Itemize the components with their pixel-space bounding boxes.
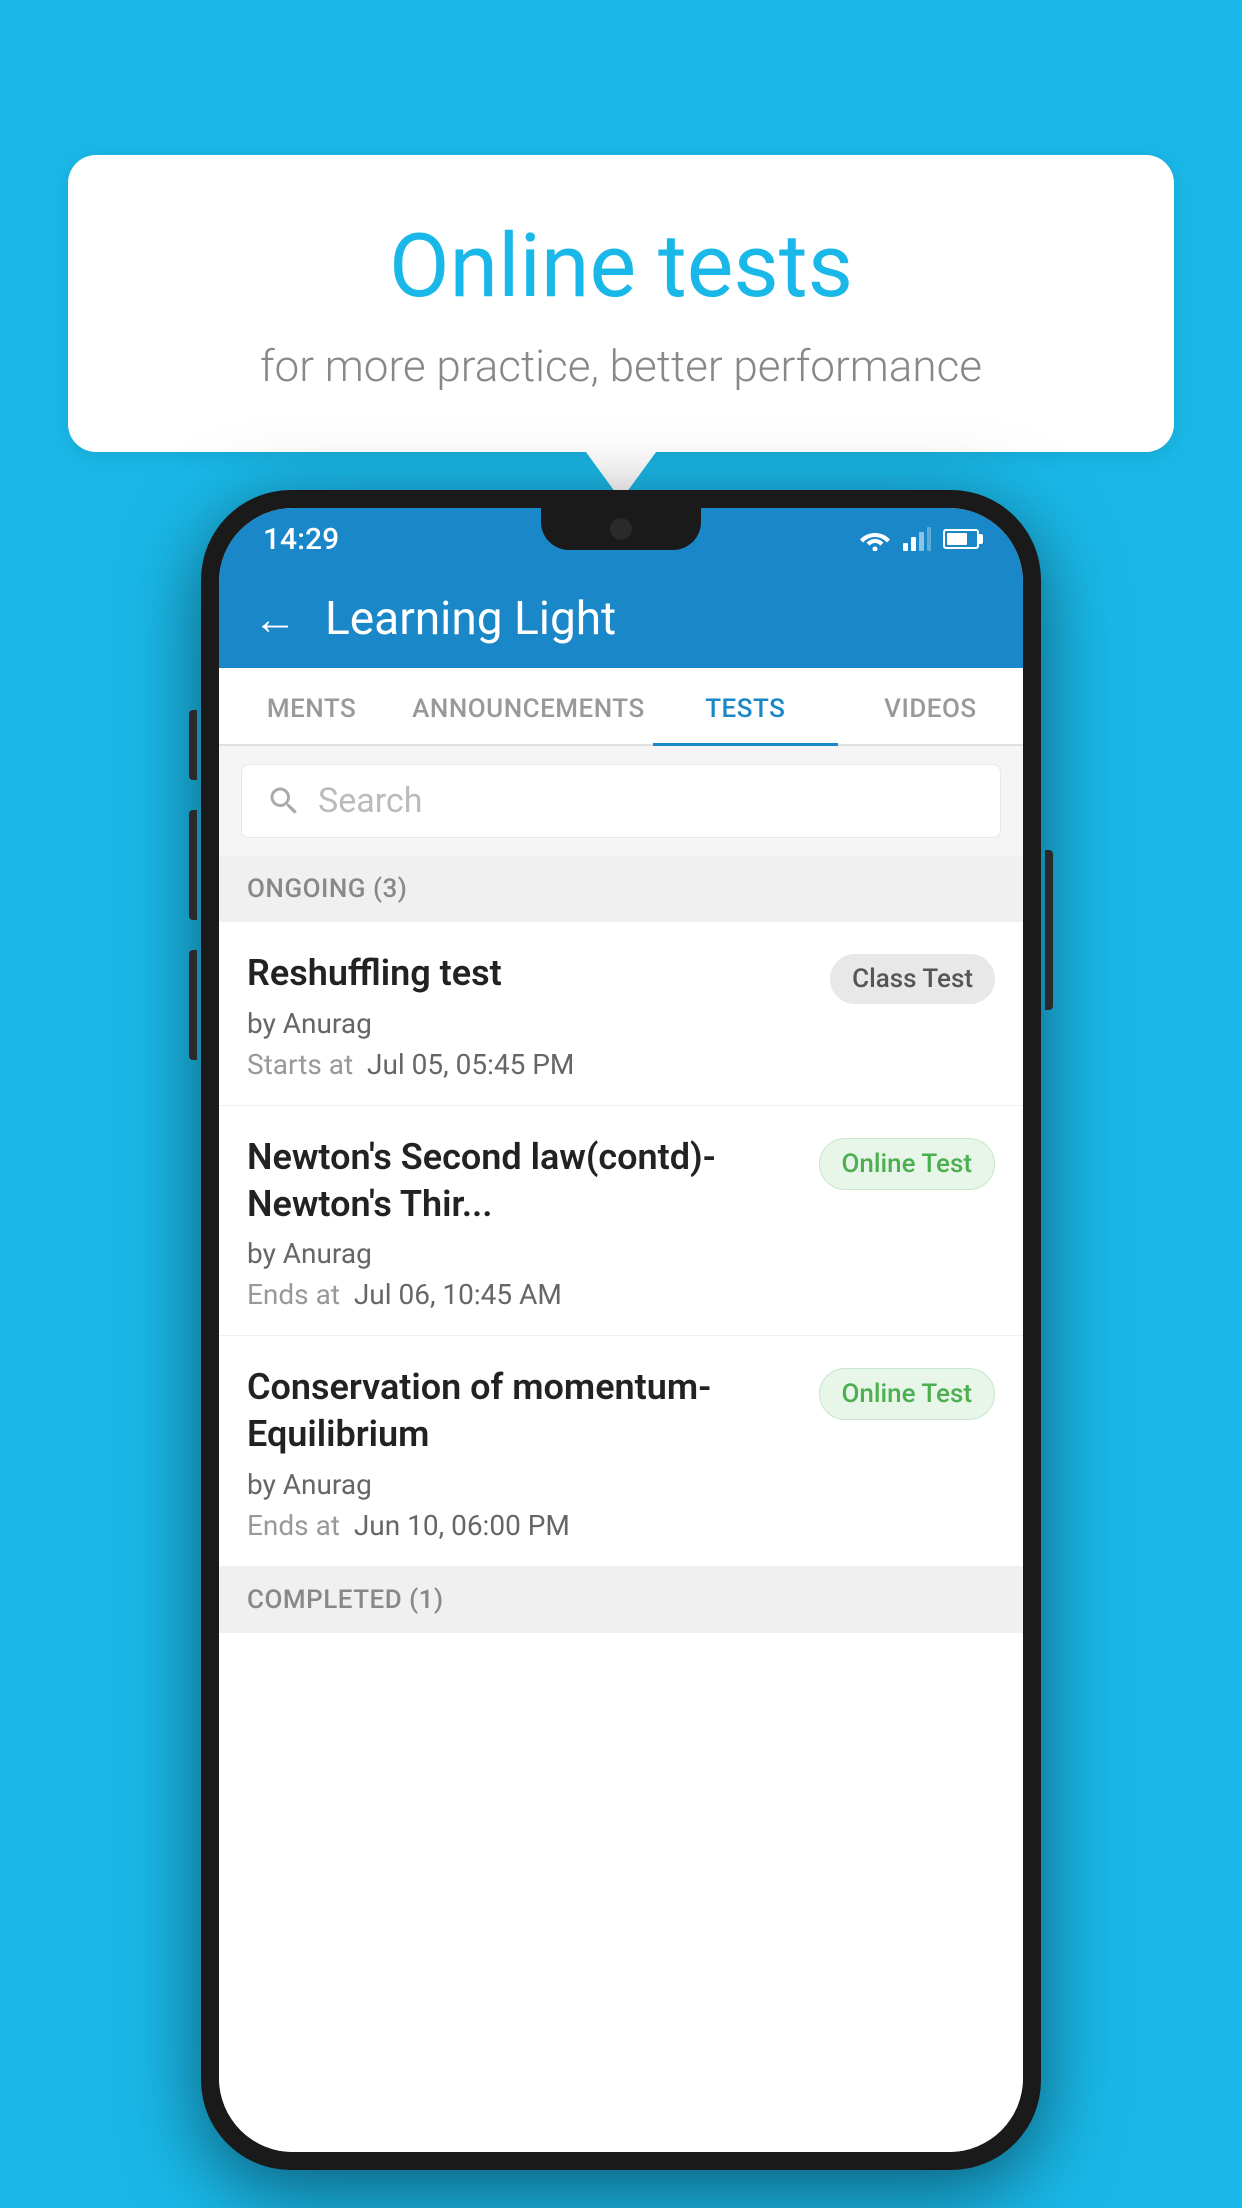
status-icons (859, 527, 979, 551)
signal-icon (903, 527, 931, 551)
front-camera (610, 518, 632, 540)
test-item-2[interactable]: Newton's Second law(contd)-Newton's Thir… (219, 1106, 1023, 1337)
bubble-title: Online tests (138, 215, 1104, 318)
ongoing-section-label: ONGOING (3) (219, 856, 1023, 922)
volume-button-3 (189, 950, 197, 1060)
speech-bubble-container: Online tests for more practice, better p… (68, 155, 1174, 452)
test-time-2: Ends at Jul 06, 10:45 AM (247, 1278, 799, 1311)
battery-icon (943, 529, 979, 549)
test-info-3: Conservation of momentum-Equilibrium by … (247, 1364, 799, 1542)
bubble-subtitle: for more practice, better performance (138, 340, 1104, 392)
app-header: ← Learning Light (219, 570, 1023, 668)
wifi-icon (859, 527, 891, 551)
test-author-2: by Anurag (247, 1237, 799, 1270)
test-item-3[interactable]: Conservation of momentum-Equilibrium by … (219, 1336, 1023, 1567)
search-bar[interactable]: Search (241, 764, 1001, 838)
back-button[interactable]: ← (253, 593, 297, 645)
app-title: Learning Light (325, 592, 616, 646)
badge-online-test-2: Online Test (819, 1138, 996, 1190)
test-info-2: Newton's Second law(contd)-Newton's Thir… (247, 1134, 799, 1312)
search-input[interactable]: Search (318, 781, 422, 821)
test-item-1[interactable]: Reshuffling test by Anurag Starts at Jul… (219, 922, 1023, 1106)
tab-tests[interactable]: TESTS (653, 668, 838, 744)
test-name-3: Conservation of momentum-Equilibrium (247, 1364, 799, 1458)
test-name-2: Newton's Second law(contd)-Newton's Thir… (247, 1134, 799, 1228)
phone-notch (541, 508, 701, 550)
phone-screen: 14:29 (219, 508, 1023, 2152)
test-time-1: Starts at Jul 05, 05:45 PM (247, 1048, 810, 1081)
tab-ments[interactable]: MENTS (219, 668, 404, 744)
status-time: 14:29 (263, 522, 339, 557)
tab-announcements[interactable]: ANNOUNCEMENTS (404, 668, 653, 744)
completed-section-label: COMPLETED (1) (219, 1567, 1023, 1633)
tab-videos[interactable]: VIDEOS (838, 668, 1023, 744)
badge-class-test-1: Class Test (830, 954, 995, 1004)
test-info-1: Reshuffling test by Anurag Starts at Jul… (247, 950, 810, 1081)
test-time-3: Ends at Jun 10, 06:00 PM (247, 1509, 799, 1542)
test-author-3: by Anurag (247, 1468, 799, 1501)
test-author-1: by Anurag (247, 1007, 810, 1040)
phone-frame: 14:29 (201, 490, 1041, 2170)
volume-button-1 (189, 710, 197, 780)
search-container: Search (219, 746, 1023, 856)
badge-online-test-3: Online Test (819, 1368, 996, 1420)
search-icon (266, 783, 302, 819)
phone-wrapper: 14:29 (201, 490, 1041, 2170)
volume-button-2 (189, 810, 197, 920)
test-name-1: Reshuffling test (247, 950, 810, 997)
tabs-bar: MENTS ANNOUNCEMENTS TESTS VIDEOS (219, 668, 1023, 746)
power-button (1045, 850, 1053, 1010)
test-list: Reshuffling test by Anurag Starts at Jul… (219, 922, 1023, 2152)
speech-bubble: Online tests for more practice, better p… (68, 155, 1174, 452)
